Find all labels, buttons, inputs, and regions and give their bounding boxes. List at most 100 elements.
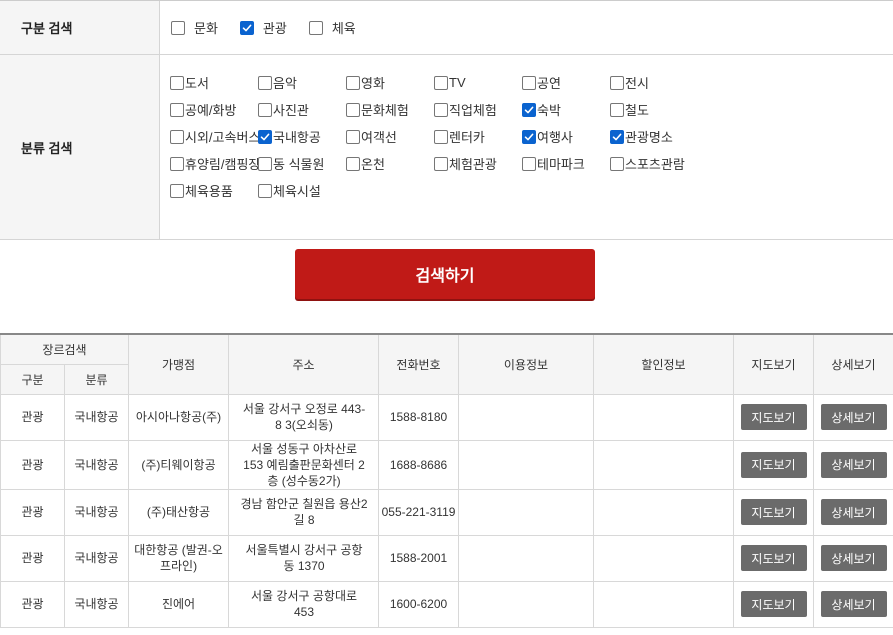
checkbox-unchecked[interactable] [434,75,448,90]
checkbox-unchecked[interactable] [258,183,272,198]
bunryu-option[interactable]: 시외/고속버스 [170,123,260,150]
bunryu-option[interactable]: 철도 [610,96,698,123]
row-classification-cell: 국내항공 [63,393,130,441]
bunryu-option-label: 공예/화방 [185,103,237,118]
map-view-button[interactable]: 지도보기 [740,451,807,478]
detail-view-button[interactable]: 상세보기 [820,591,887,617]
checkbox-checked[interactable] [610,129,624,144]
checkbox-unchecked[interactable] [346,129,360,144]
result-rows: 관광 국내항공 아시아나항공(주) 서울 강서구 오정로 443-8 3(오쇠동) 15… [0,393,893,628]
row-usage-cell [458,393,595,441]
search-filter-panel: 구분 검색 문화 관광 체육 분류 검색 도서 음악 영화 TV 공연 전시 공예/화방 사진관 문… [0,0,893,240]
bunryu-option[interactable]: 휴양림/캠핑장 [170,150,260,177]
bunryu-option[interactable]: 동 식물원 [258,150,346,177]
bunryu-option[interactable]: 체육용품 [170,177,258,204]
bunryu-option[interactable]: 여행사 [522,123,610,150]
checkbox-checked[interactable] [522,129,536,144]
gubun-option[interactable]: 문화 [171,18,218,37]
gubun-options: 문화 관광 체육 [160,1,893,54]
checkbox-checked[interactable] [258,129,272,144]
row-detail-cell: 상세보기 [813,488,893,536]
checkbox-unchecked[interactable] [346,156,360,171]
bunryu-option-label: 문화체험 [361,103,409,118]
bunryu-option[interactable]: 체육시설 [258,177,346,204]
detail-view-button[interactable]: 상세보기 [820,404,887,430]
table-row: 관광 국내항공 (주)티웨이항공 서울 성동구 아차산로 153 예림출판문화센터 2… [0,439,893,490]
detail-view-button[interactable]: 상세보기 [820,545,887,571]
checkbox-unchecked[interactable] [258,156,272,171]
checkbox-unchecked[interactable] [610,75,624,90]
gubun-option-label: 문화 [194,21,218,36]
checkbox-unchecked[interactable] [170,183,184,198]
checkbox-unchecked[interactable] [610,156,624,171]
checkbox-unchecked[interactable] [171,20,185,35]
row-phone-cell: 1600-6200 [378,580,460,628]
bunryu-option[interactable]: 사진관 [258,96,346,123]
checkbox-unchecked[interactable] [346,75,360,90]
map-view-button[interactable]: 지도보기 [740,499,807,525]
checkbox-unchecked[interactable] [610,102,624,117]
bunryu-option[interactable]: 여객선 [346,123,434,150]
checkbox-unchecked[interactable] [258,102,272,117]
row-address-cell: 서울 강서구 공항대로 453 [228,580,380,628]
bunryu-option[interactable]: 온천 [346,150,434,177]
checkbox-checked[interactable] [522,102,536,117]
bunryu-option[interactable]: 음악 [258,69,346,96]
detail-view-button[interactable]: 상세보기 [820,499,887,525]
bunryu-option[interactable]: 도서 [170,69,258,96]
checkbox-unchecked[interactable] [308,20,323,35]
bunryu-option-label: 관광명소 [625,130,673,145]
checkbox-unchecked[interactable] [434,129,448,144]
checkbox-unchecked[interactable] [522,156,536,171]
bunryu-option-label: 동 식물원 [273,157,325,172]
row-category-cell: 관광 [0,439,65,490]
address-header: 주소 [228,333,380,395]
bunryu-option-label: TV [449,75,466,90]
bunryu-option[interactable]: 공예/화방 [170,96,258,123]
bunryu-option[interactable]: 체험관광 [434,150,522,177]
bunryu-option[interactable]: 스포츠관람 [610,150,698,177]
row-map-cell: 지도보기 [733,439,815,490]
gubun-option-label: 관광 [262,21,287,36]
checkbox-unchecked[interactable] [258,75,272,90]
bunryu-option[interactable]: 공연 [522,69,610,96]
search-button[interactable]: 검색하기 [295,249,595,299]
bunryu-option-label: 전시 [625,76,649,91]
bunryu-option[interactable]: 영화 [346,69,434,96]
bunryu-option[interactable]: 전시 [610,69,698,96]
map-view-button[interactable]: 지도보기 [740,404,807,430]
row-phone-cell: 1588-8180 [378,393,460,441]
bunryu-option-label: 스포츠관람 [625,157,685,172]
map-view-button[interactable]: 지도보기 [740,545,807,571]
bunryu-option[interactable]: 숙박 [522,96,610,123]
row-merchant-cell: (주)태산항공 [128,488,230,536]
checkbox-unchecked[interactable] [170,102,184,117]
checkbox-unchecked[interactable] [170,156,184,171]
checkbox-unchecked[interactable] [346,102,360,117]
bunryu-option-label: 체험관광 [449,157,497,172]
row-map-cell: 지도보기 [733,393,815,441]
checkbox-unchecked[interactable] [434,102,448,117]
row-usage-cell [458,439,595,490]
bunryu-option[interactable]: TV [434,69,522,96]
table-row: 관광 국내항공 아시아나항공(주) 서울 강서구 오정로 443-8 3(오쇠동) 15… [0,393,893,441]
bunryu-option[interactable]: 테마파크 [522,150,610,177]
bunryu-option[interactable]: 렌터카 [434,123,522,150]
bunryu-option[interactable]: 직업체험 [434,96,522,123]
bunryu-option-label: 여행사 [537,130,573,145]
checkbox-unchecked[interactable] [522,75,536,90]
gubun-option[interactable]: 관광 [239,18,287,37]
row-usage-cell [458,580,595,628]
bunryu-option[interactable]: 국내항공 [258,123,346,150]
gubun-option[interactable]: 체육 [308,18,356,37]
row-map-cell: 지도보기 [733,488,815,536]
bunryu-option[interactable]: 문화체험 [346,96,434,123]
checkbox-unchecked[interactable] [170,75,184,90]
map-view-button[interactable]: 지도보기 [740,591,807,617]
checkbox-unchecked[interactable] [170,129,184,144]
checkbox-checked[interactable] [239,20,254,35]
checkbox-unchecked[interactable] [434,156,448,171]
detail-view-button[interactable]: 상세보기 [820,451,887,478]
bunryu-options: 도서 음악 영화 TV 공연 전시공예/화방 사진관 문화체험 직업체험 숙박 철도시외/고속버스 국… [170,69,710,204]
bunryu-option[interactable]: 관광명소 [610,123,698,150]
